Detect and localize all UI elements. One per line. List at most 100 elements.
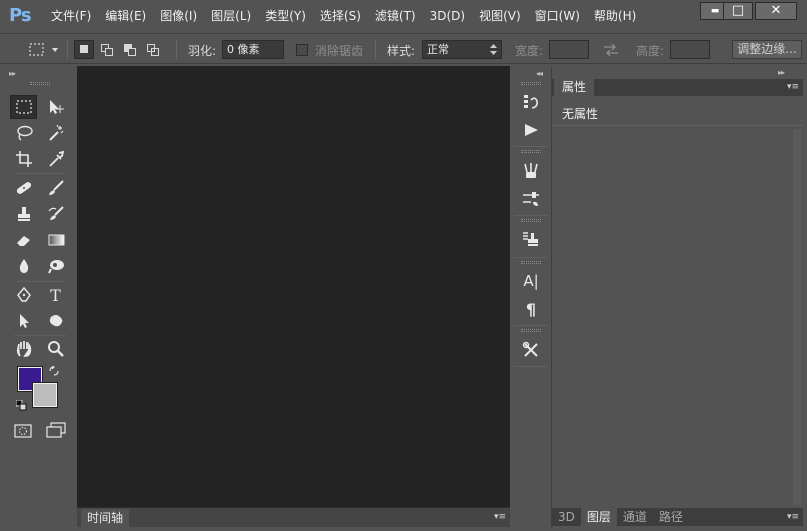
panel-grip[interactable]	[521, 219, 541, 222]
brush-tool[interactable]	[42, 176, 69, 200]
antialias-label: 消除锯齿	[315, 44, 364, 58]
background-color-swatch[interactable]	[32, 382, 58, 408]
tab-3d[interactable]: 3D	[552, 508, 581, 526]
marquee-tool[interactable]	[10, 95, 37, 119]
panel-grip[interactable]	[521, 261, 541, 264]
divider	[514, 215, 548, 216]
new-selection-button[interactable]	[74, 40, 94, 59]
move-tool[interactable]	[42, 95, 69, 119]
clone-stamp-tool[interactable]	[10, 202, 37, 226]
menu-help[interactable]: 帮助(H)	[587, 8, 643, 25]
tab-properties[interactable]: 属性	[554, 79, 595, 96]
add-selection-button[interactable]	[97, 40, 117, 59]
character-panel-button[interactable]: A|	[516, 269, 546, 293]
brush-panel-button[interactable]	[516, 187, 546, 211]
panel-grip[interactable]	[30, 82, 50, 85]
menu-type[interactable]: 类型(Y)	[258, 8, 313, 25]
new-selection-icon	[80, 45, 88, 53]
lasso-tool[interactable]	[10, 121, 37, 145]
feather-input[interactable]: 0 像素	[222, 40, 284, 59]
gradient-tool[interactable]	[42, 228, 69, 252]
style-label: 样式:	[387, 44, 416, 58]
scrollbar[interactable]	[793, 129, 801, 505]
hand-tool[interactable]	[10, 337, 37, 361]
type-icon: T	[50, 285, 61, 305]
layers-tabbar: 3D 图层 通道 路径	[552, 508, 803, 526]
expand-arrows-icon[interactable]: ▸▸	[9, 69, 16, 78]
feather-label: 羽化:	[188, 44, 217, 58]
paragraph-icon: ¶	[525, 299, 537, 319]
eraser-icon	[16, 236, 30, 246]
main-menu: 文件(F) 编辑(E) 图像(I) 图层(L) 类型(Y) 选择(S) 滤镜(T…	[44, 8, 643, 25]
paragraph-panel-button[interactable]: ¶	[516, 297, 546, 321]
antialias-checkbox[interactable]	[296, 44, 308, 56]
menu-edit[interactable]: 编辑(E)	[98, 8, 153, 25]
maximize-icon: □	[731, 3, 745, 18]
tool-presets-button[interactable]	[516, 338, 546, 362]
menu-image[interactable]: 图像(I)	[153, 8, 204, 25]
actions-panel-button[interactable]	[516, 118, 546, 142]
eraser-tool[interactable]	[10, 228, 37, 252]
eyedropper-tool[interactable]	[42, 147, 69, 171]
swap-arrows-icon[interactable]	[603, 44, 619, 56]
divider	[14, 173, 66, 174]
intersect-selection-button[interactable]	[143, 40, 163, 59]
menu-select[interactable]: 选择(S)	[313, 8, 368, 25]
maximize-button[interactable]: □	[723, 2, 753, 20]
swap-colors-icon[interactable]	[49, 366, 59, 376]
collapse-arrows-icon[interactable]: ◂◂	[536, 69, 543, 78]
history-panel-button[interactable]	[516, 90, 546, 114]
clone-source-icon	[523, 232, 538, 246]
gradient-icon	[48, 234, 64, 246]
properties-tabbar: 属性 ▾≡	[552, 79, 803, 96]
menu-filter[interactable]: 滤镜(T)	[368, 8, 423, 25]
subtract-selection-button[interactable]	[120, 40, 140, 59]
panel-grip[interactable]	[521, 82, 541, 85]
dodge-tool[interactable]	[42, 254, 69, 278]
crop-tool[interactable]	[10, 147, 37, 171]
add-selection-icon-part	[105, 48, 113, 56]
subtract-selection-icon-part	[128, 48, 136, 56]
magic-wand-tool[interactable]	[42, 121, 69, 145]
menu-window[interactable]: 窗口(W)	[528, 8, 587, 25]
refine-edge-button[interactable]: 调整边缘...	[732, 40, 802, 59]
panel-grip[interactable]	[521, 329, 541, 332]
crop-icon	[15, 151, 32, 167]
expand-arrows-icon[interactable]: ▸▸	[778, 68, 785, 77]
divider	[514, 366, 548, 367]
tab-layers[interactable]: 图层	[580, 508, 617, 526]
custom-shape-tool[interactable]	[42, 309, 69, 333]
screen-mode-icon[interactable]	[46, 422, 66, 438]
brush-presets-button[interactable]	[516, 159, 546, 183]
menu-3d[interactable]: 3D(D)	[423, 8, 472, 25]
menu-view[interactable]: 视图(V)	[472, 8, 528, 25]
width-input[interactable]	[549, 40, 589, 59]
menu-layer[interactable]: 图层(L)	[204, 8, 258, 25]
close-button[interactable]: ✕	[755, 2, 797, 20]
pen-tool[interactable]	[10, 283, 37, 307]
panel-grip[interactable]	[521, 150, 541, 153]
panel-menu-icon[interactable]: ▾≡	[787, 512, 799, 522]
path-selection-tool[interactable]	[10, 309, 37, 333]
zoom-tool[interactable]	[42, 337, 69, 361]
panel-menu-icon[interactable]: ▾≡	[494, 512, 506, 522]
history-brush-tool[interactable]	[42, 202, 69, 226]
height-input[interactable]	[670, 40, 710, 59]
style-select[interactable]: 正常	[422, 40, 502, 59]
divider	[552, 125, 803, 126]
quick-mask-icon[interactable]	[14, 424, 32, 438]
healing-brush-tool[interactable]	[10, 176, 37, 200]
menu-file[interactable]: 文件(F)	[44, 8, 98, 25]
tab-timeline[interactable]: 时间轴	[81, 509, 130, 527]
tab-channels[interactable]: 通道	[617, 508, 653, 526]
clone-source-button[interactable]	[516, 227, 546, 251]
no-properties-text: 无属性	[562, 107, 599, 121]
default-colors-icon[interactable]	[16, 400, 27, 411]
intersect-selection-icon-part	[151, 48, 159, 56]
tab-paths[interactable]: 路径	[653, 508, 689, 526]
type-tool[interactable]: T	[42, 283, 69, 307]
panel-menu-icon[interactable]: ▾≡	[787, 82, 799, 92]
canvas-area[interactable]	[77, 66, 510, 507]
marquee-preset-picker[interactable]	[26, 41, 62, 59]
blur-tool[interactable]	[10, 254, 37, 278]
